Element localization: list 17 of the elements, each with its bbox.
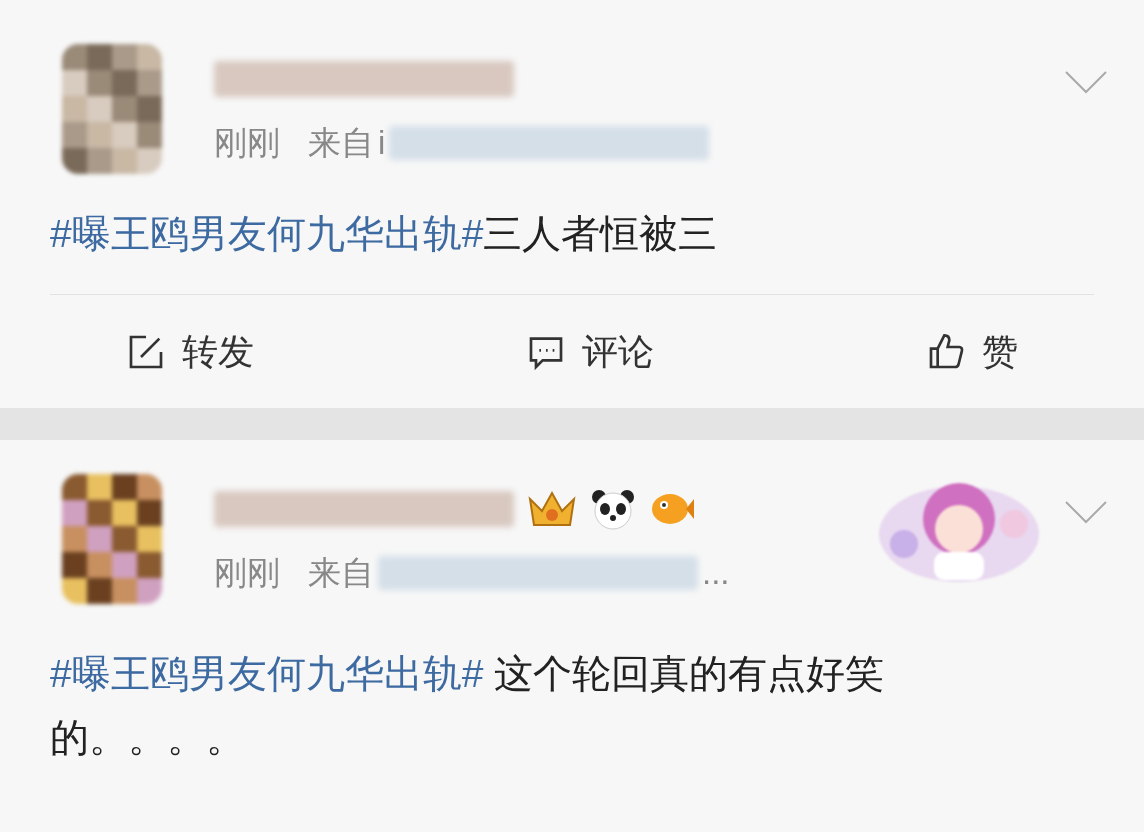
comment-button[interactable]: 评论 <box>526 324 654 379</box>
repost-button[interactable]: 转发 <box>126 324 254 379</box>
source-label: 来自 <box>308 123 374 163</box>
source-label: 来自 <box>308 553 374 593</box>
post-time: 刚刚 <box>214 553 280 593</box>
like-button[interactable]: 赞 <box>926 324 1018 379</box>
source-text: i <box>378 123 386 163</box>
source-text: ... <box>702 553 730 593</box>
hashtag-link[interactable]: #曝王鸥男友何九华出轨# <box>50 212 484 255</box>
post-text: #曝王鸥男友何九华出轨#三人者恒被三 <box>49 211 719 257</box>
crown-icon <box>526 489 578 529</box>
panda-icon <box>590 488 636 530</box>
chevron-down-icon[interactable] <box>1064 70 1108 94</box>
chevron-down-icon[interactable] <box>1064 500 1108 524</box>
hashtag-link[interactable]: #曝王鸥男友何九华出轨# <box>50 652 484 695</box>
post-text: #曝王鸥男友何九华出轨# 这个轮回真的有点好笑的。。。。 <box>49 651 886 761</box>
post-time: 刚刚 <box>214 123 280 163</box>
